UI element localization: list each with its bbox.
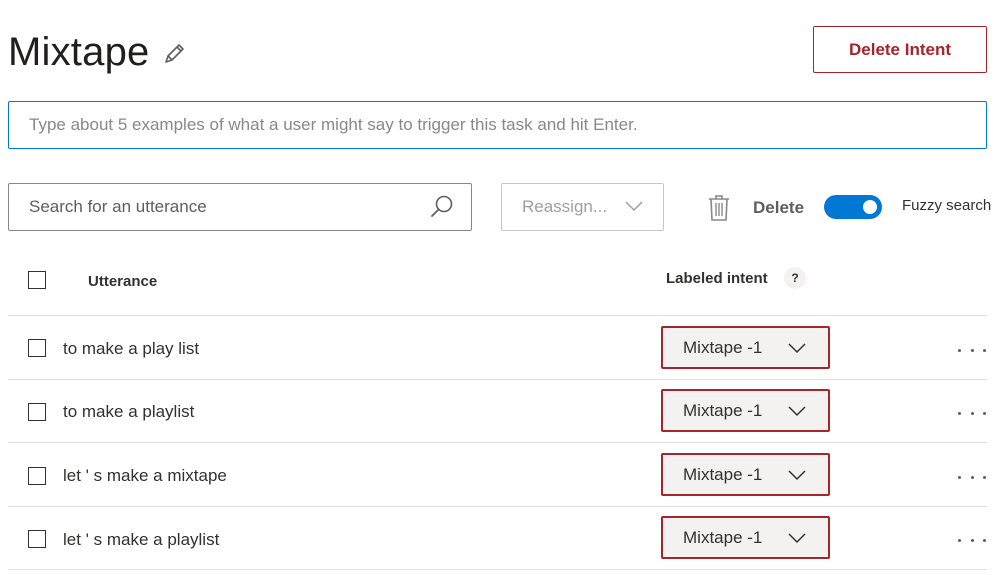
fuzzy-search-label: Fuzzy search [902, 197, 992, 214]
intent-value: Mixtape -1 [683, 464, 763, 484]
row-checkbox[interactable] [28, 530, 46, 548]
column-header-labeled-intent[interactable]: Labeled intent [666, 270, 768, 287]
more-options-button[interactable] [955, 467, 989, 487]
example-utterance-input[interactable] [8, 101, 987, 149]
help-icon[interactable]: ? [784, 267, 806, 289]
select-all-checkbox[interactable] [28, 271, 46, 289]
search-icon[interactable] [429, 194, 455, 220]
delete-label[interactable]: Delete [753, 198, 804, 218]
column-header-utterance[interactable]: Utterance [88, 273, 157, 290]
more-dot [958, 348, 961, 352]
chevron-down-icon [625, 201, 643, 212]
row-checkbox[interactable] [28, 339, 46, 357]
more-dot [983, 475, 986, 479]
fuzzy-search-toggle[interactable] [824, 195, 882, 219]
reassign-label: Reassign... [522, 197, 608, 216]
more-dot [983, 348, 986, 352]
row-divider [8, 442, 987, 443]
intent-value: Mixtape -1 [683, 527, 763, 547]
more-dot [958, 475, 961, 479]
utterance-text: let ' s make a playlist [63, 530, 220, 549]
more-options-button[interactable] [955, 403, 989, 423]
chevron-down-icon [788, 406, 806, 417]
labeled-intent-dropdown[interactable]: Mixtape -1 [661, 453, 830, 496]
labeled-intent-dropdown[interactable]: Mixtape -1 [661, 516, 830, 559]
more-dot [970, 475, 974, 479]
row-divider [8, 569, 987, 570]
row-divider [8, 379, 987, 380]
more-dot [983, 411, 986, 415]
search-input[interactable] [9, 184, 409, 230]
pencil-icon[interactable] [160, 40, 188, 68]
delete-intent-button[interactable]: Delete Intent [813, 26, 987, 73]
more-dot [958, 411, 961, 415]
chevron-down-icon [788, 470, 806, 481]
reassign-dropdown[interactable]: Reassign... [501, 183, 664, 231]
chevron-down-icon [788, 343, 806, 354]
more-dot [983, 538, 986, 542]
labeled-intent-dropdown[interactable]: Mixtape -1 [661, 326, 830, 369]
search-box[interactable] [8, 183, 472, 231]
intent-value: Mixtape -1 [683, 337, 763, 357]
more-options-button[interactable] [955, 530, 989, 550]
more-dot [958, 538, 961, 542]
more-dot [970, 348, 974, 352]
row-divider [8, 315, 987, 316]
more-dot [970, 538, 974, 542]
row-checkbox[interactable] [28, 403, 46, 421]
toggle-knob [863, 200, 877, 214]
labeled-intent-dropdown[interactable]: Mixtape -1 [661, 389, 830, 432]
row-divider [8, 506, 987, 507]
utterance-text: to make a play list [63, 339, 200, 358]
row-checkbox[interactable] [28, 467, 46, 485]
utterance-text: let ' s make a mixtape [63, 466, 227, 485]
page-title: Mixtape [8, 30, 150, 74]
intent-value: Mixtape -1 [683, 400, 763, 420]
trash-icon[interactable] [707, 194, 731, 222]
utterance-text: to make a playlist [63, 402, 195, 421]
more-options-button[interactable] [955, 340, 989, 360]
more-dot [970, 411, 974, 415]
chevron-down-icon [788, 533, 806, 544]
